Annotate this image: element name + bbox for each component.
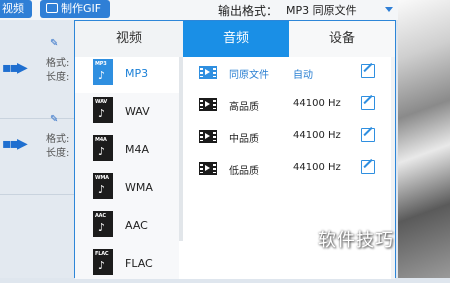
- dropdown-caret-icon[interactable]: [385, 7, 393, 12]
- sample-rate: 44100 Hz: [293, 98, 341, 109]
- quality-row-high[interactable]: 高品质 44100 Hz: [183, 89, 395, 121]
- gif-icon: [46, 3, 58, 13]
- video-button[interactable]: 视频: [0, 0, 32, 18]
- edit-icon[interactable]: [361, 96, 375, 110]
- top-toolbar: 视频 制作GIF 输出格式： MP3 同原文件: [0, 0, 450, 20]
- sample-rate: 44100 Hz: [293, 130, 341, 141]
- film-icon: [199, 66, 217, 79]
- quality-row-medium[interactable]: 中品质 44100 Hz: [183, 121, 395, 153]
- tab-video[interactable]: 视频: [75, 21, 183, 57]
- file-list-item[interactable]: ▪▪▶ ✎ 格式: 长度:: [0, 110, 78, 195]
- edit-pen-icon[interactable]: ✎: [50, 38, 58, 49]
- quality-label: 低品质: [229, 166, 259, 177]
- quality-label: 同原文件: [229, 70, 269, 81]
- length-key: 长度:: [46, 72, 70, 83]
- format-label: MP3: [125, 67, 149, 80]
- film-icon: [199, 130, 217, 143]
- format-label: WMA: [125, 181, 153, 194]
- make-gif-label: 制作GIF: [61, 2, 102, 15]
- music-file-icon: AAC ♪: [93, 211, 113, 237]
- tab-device[interactable]: 设备: [289, 21, 395, 57]
- quality-label: 中品质: [229, 134, 259, 145]
- watermark-text: 软件技巧: [318, 230, 394, 251]
- music-file-icon: MP3 ♪: [93, 59, 113, 85]
- quality-label: 高品质: [229, 102, 259, 113]
- film-icon: [199, 98, 217, 111]
- make-gif-button[interactable]: 制作GIF: [40, 0, 110, 18]
- format-tabs: 视频 音频 设备: [75, 21, 395, 57]
- tab-audio[interactable]: 音频: [183, 21, 289, 57]
- format-item-mp3[interactable]: MP3 ♪ MP3: [75, 57, 179, 93]
- sample-rate: 自动: [293, 70, 313, 81]
- sample-rate: 44100 Hz: [293, 162, 341, 173]
- music-file-icon: WMA ♪: [93, 173, 113, 199]
- format-key: 格式:: [46, 134, 70, 145]
- file-list: ▪▪▶ ✎ 格式: 长度: ▪▪▶ ✎ 格式: 长度:: [0, 20, 78, 278]
- edit-pen-icon[interactable]: ✎: [50, 114, 58, 125]
- output-format-label: 输出格式：: [218, 4, 279, 18]
- film-icon: [199, 162, 217, 175]
- format-label: M4A: [125, 143, 150, 156]
- format-item-wma[interactable]: WMA ♪ WMA: [75, 171, 179, 207]
- music-file-icon: WAV ♪: [93, 97, 113, 123]
- file-list-item[interactable]: ▪▪▶ ✎ 格式: 长度:: [0, 34, 78, 119]
- edit-icon[interactable]: [361, 64, 375, 78]
- music-file-icon: M4A ♪: [93, 135, 113, 161]
- format-key: 格式:: [46, 58, 70, 69]
- output-format-dropdown[interactable]: MP3 同原文件: [286, 2, 357, 18]
- format-label: FLAC: [125, 257, 153, 270]
- quality-row-low[interactable]: 低品质 44100 Hz: [183, 153, 395, 185]
- format-label: WAV: [125, 105, 150, 118]
- length-key: 长度:: [46, 148, 70, 159]
- format-item-aac[interactable]: AAC ♪ AAC: [75, 209, 179, 245]
- convert-arrow-icon: ▪▪▶: [2, 60, 28, 76]
- quality-row-original[interactable]: 同原文件 自动: [183, 57, 395, 89]
- convert-arrow-icon: ▪▪▶: [2, 136, 28, 152]
- edit-icon[interactable]: [361, 160, 375, 174]
- format-item-m4a[interactable]: M4A ♪ M4A: [75, 133, 179, 169]
- background-photo: [398, 0, 450, 278]
- format-item-wav[interactable]: WAV ♪ WAV: [75, 95, 179, 131]
- music-file-icon: FLAC ♪: [93, 249, 113, 275]
- edit-icon[interactable]: [361, 128, 375, 142]
- format-label: AAC: [125, 219, 148, 232]
- audio-format-list: MP3 ♪ MP3 WAV ♪ WAV M4A ♪ M4A WMA ♪ WMA AAC ♪…: [75, 57, 183, 279]
